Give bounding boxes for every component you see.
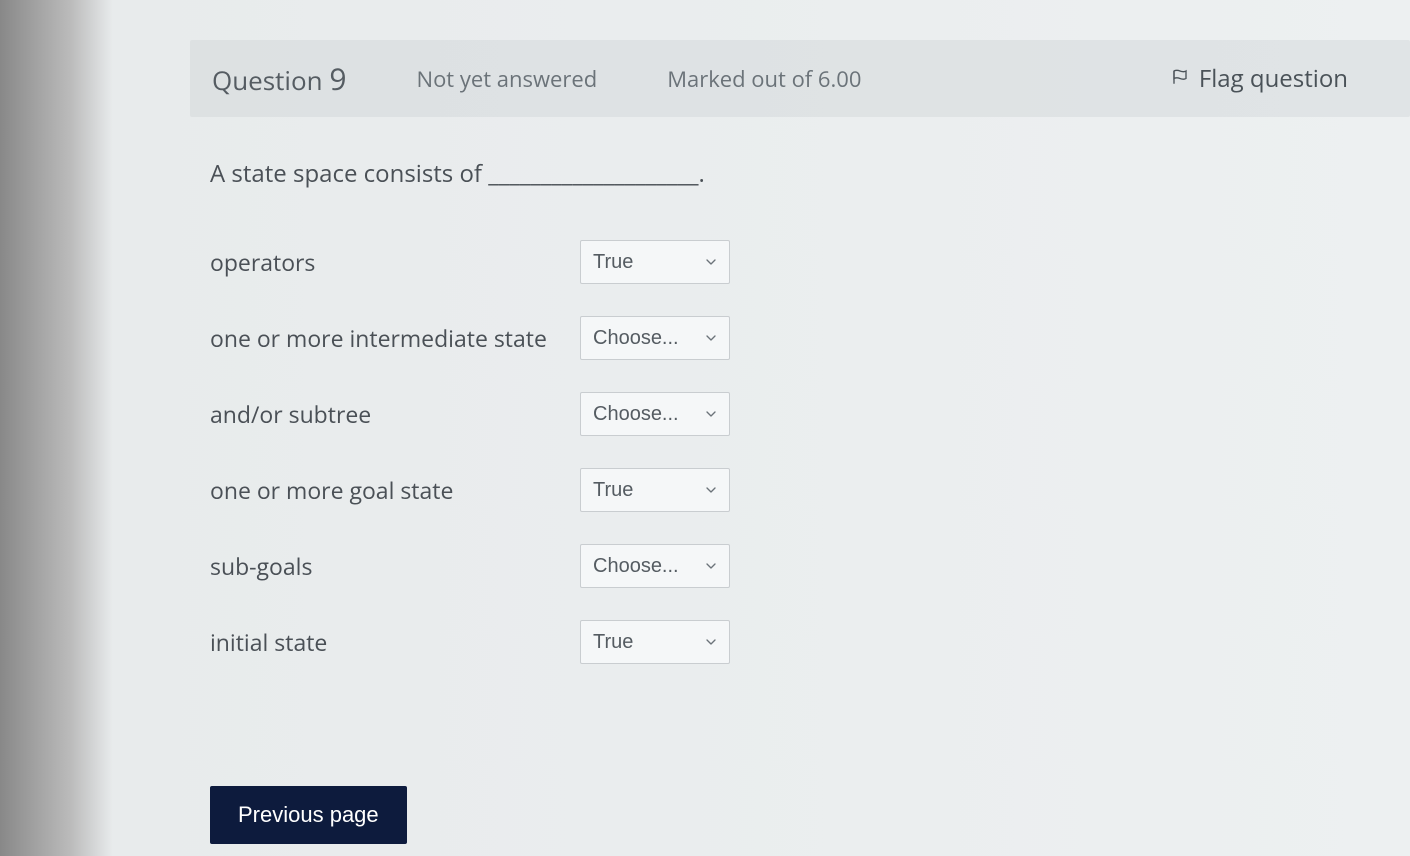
option-row: sub-goalsChoose...TrueFalse — [210, 544, 1410, 588]
answer-status: Not yet answered — [417, 64, 598, 94]
question-text: A state space consists of ______________… — [210, 157, 1410, 190]
previous-page-button[interactable]: Previous page — [210, 786, 407, 844]
option-row: operatorsChoose...TrueFalse — [210, 240, 1410, 284]
flag-label: Flag question — [1199, 62, 1348, 95]
flag-question-link[interactable]: Flag question — [1171, 62, 1348, 95]
option-select[interactable]: Choose...TrueFalse — [580, 468, 730, 512]
option-select[interactable]: Choose...TrueFalse — [580, 316, 730, 360]
option-select[interactable]: Choose...TrueFalse — [580, 240, 730, 284]
option-row: initial stateChoose...TrueFalse — [210, 620, 1410, 664]
option-label: operators — [210, 246, 580, 278]
options-container: operatorsChoose...TrueFalseone or more i… — [190, 240, 1410, 664]
flag-icon — [1171, 68, 1189, 90]
question-num-value: 9 — [329, 58, 346, 99]
option-label: and/or subtree — [210, 398, 580, 430]
option-select[interactable]: Choose...TrueFalse — [580, 544, 730, 588]
option-label: one or more intermediate state — [210, 322, 580, 354]
option-label: one or more goal state — [210, 474, 580, 506]
option-label: initial state — [210, 626, 580, 658]
option-label: sub-goals — [210, 550, 580, 582]
marks-info: Marked out of 6.00 — [667, 64, 861, 94]
quiz-page: Question 9 Not yet answered Marked out o… — [0, 0, 1410, 844]
option-row: one or more goal stateChoose...TrueFalse — [210, 468, 1410, 512]
option-row: and/or subtreeChoose...TrueFalse — [210, 392, 1410, 436]
question-number: Question 9 — [212, 58, 347, 99]
option-select[interactable]: Choose...TrueFalse — [580, 392, 730, 436]
option-row: one or more intermediate stateChoose...T… — [210, 316, 1410, 360]
option-select[interactable]: Choose...TrueFalse — [580, 620, 730, 664]
question-label: Question — [212, 62, 323, 98]
question-header: Question 9 Not yet answered Marked out o… — [190, 40, 1410, 117]
